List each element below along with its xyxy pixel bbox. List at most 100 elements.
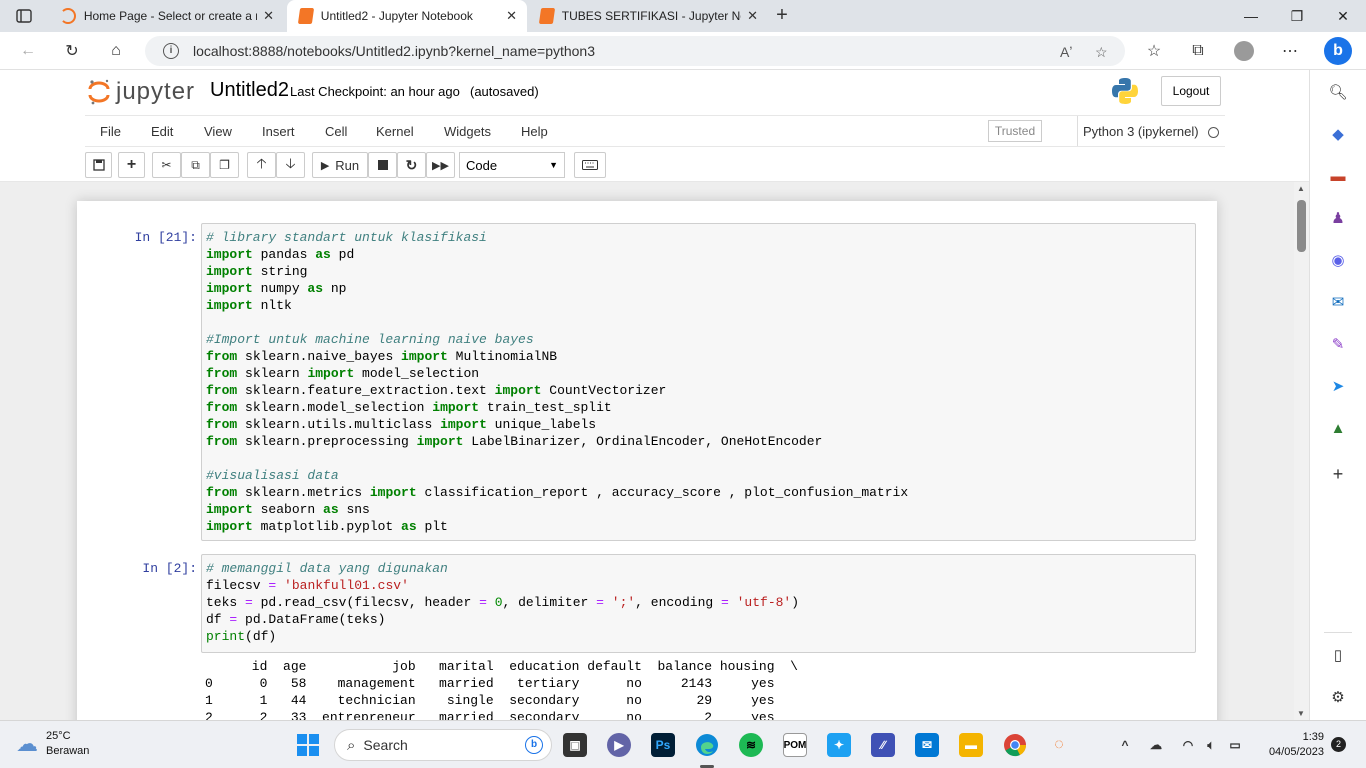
kernel-name[interactable]: Python 3 (ipykernel) [1083,124,1199,139]
menu-widgets[interactable]: Widgets [444,124,491,139]
tree-icon[interactable]: ▲ [1327,417,1349,439]
office-icon[interactable]: ◉ [1327,249,1349,271]
tab-home-page[interactable]: Home Page - Select or create a n ✕ [48,0,284,32]
move-up-icon[interactable]: 🡡 [247,152,276,178]
code-line: import string [206,264,308,279]
logout-button[interactable]: Logout [1161,76,1221,106]
shopping-tag-icon[interactable]: ◆ [1327,123,1349,145]
trusted-badge[interactable]: Trusted [988,120,1042,142]
output-line: 0 0 58 management married tertiary no 21… [205,676,798,691]
close-icon[interactable]: ✕ [747,8,758,24]
designer-icon[interactable]: ✎ [1327,333,1349,355]
code-cell[interactable]: In [21]: # library standart untuk klasif… [77,223,1217,543]
menu-insert[interactable]: Insert [262,124,295,139]
restore-icon[interactable]: ❐ [1274,0,1320,32]
close-icon[interactable]: ✕ [263,8,274,24]
run-button[interactable]: ▶ Run [312,152,368,178]
cell-type-select[interactable]: Code ▼ [459,152,565,178]
code-input[interactable]: # library standart untuk klasifikasi impo… [201,223,1196,541]
wifi-icon[interactable]: ◠ [1176,733,1200,757]
tab-tubes-sertifikasi[interactable]: TUBES SERTIFIKASI - Jupyter Not ✕ [528,0,768,32]
tab-actions-icon[interactable] [8,4,40,28]
weather-widget[interactable]: ☁ 25°C Berawan [16,729,89,759]
menu-kernel[interactable]: Kernel [376,124,414,139]
save-icon[interactable] [85,152,112,178]
spotify-icon[interactable]: ≋ [739,733,763,757]
code-line: import pandas as pd [206,247,355,262]
jupyter-header: jupyter Untitled2 Last Checkpoint: an ho… [0,70,1309,182]
notebook-name[interactable]: Untitled2 [210,79,289,102]
file-explorer-icon[interactable]: ▬ [959,733,983,757]
keyboard-icon[interactable] [574,152,606,178]
volume-icon[interactable]: 🔈︎ [1199,733,1223,757]
edge-browser-icon[interactable] [695,733,719,757]
info-icon[interactable]: i [163,43,179,59]
close-window-icon[interactable]: ✕ [1320,0,1366,32]
tab-untitled2[interactable]: Untitled2 - Jupyter Notebook ✕ [287,0,527,32]
code-input[interactable]: # memanggil data yang digunakan filecsv =… [201,554,1196,653]
url-field[interactable]: i localhost:8888/notebooks/Untitled2.ipy… [145,36,1125,66]
twitter-icon[interactable]: ✦ [827,733,851,757]
jupyter-logo[interactable]: jupyter [88,76,195,108]
windows-start-icon[interactable] [296,733,320,757]
add-icon[interactable]: + [1327,463,1349,485]
menu-view[interactable]: View [204,124,232,139]
chrome-icon[interactable] [1003,733,1027,757]
insert-cell-icon[interactable]: + [118,152,145,178]
autosave-status: (autosaved) [470,84,539,99]
page-scrollbar[interactable]: ▲ ▼ [1294,182,1309,720]
home-icon[interactable]: ⌂ [105,40,127,62]
jupyter-app-icon[interactable]: ◌ [1047,733,1071,757]
add-favorite-icon[interactable]: ☆ [1095,44,1108,61]
collections-icon[interactable]: ⧉ [1187,40,1209,62]
pomo-app-icon[interactable]: POM [783,733,807,757]
scrollbar-thumb[interactable] [1297,200,1306,252]
teams-icon[interactable]: ▶ [607,733,631,757]
games-icon[interactable]: ♟ [1327,207,1349,229]
menu-file[interactable]: File [100,124,121,139]
favorites-icon[interactable]: ☆ [1143,40,1165,62]
split-screen-icon[interactable]: ▯ [1327,644,1349,666]
photoshop-icon[interactable]: Ps [651,733,675,757]
address-bar: ← ↻ ⌂ i localhost:8888/notebooks/Untitle… [0,32,1366,70]
scroll-up-icon[interactable]: ▲ [1297,184,1305,193]
show-hidden-icons-icon[interactable]: ^ [1113,733,1137,757]
minimize-icon[interactable]: — [1228,0,1274,32]
menu-edit[interactable]: Edit [151,124,173,139]
onedrive-icon[interactable]: ☁ [1144,733,1168,757]
bing-chat-icon[interactable]: b [1324,37,1352,65]
profile-avatar[interactable] [1233,40,1255,62]
read-aloud-icon[interactable]: Aʼ [1060,44,1072,60]
mail-icon[interactable]: ✉ [915,733,939,757]
code-cell[interactable]: In [2]: # memanggil data yang digunakan f… [77,554,1217,720]
scroll-down-icon[interactable]: ▼ [1297,709,1305,718]
stop-icon[interactable] [368,152,397,178]
url-text: localhost:8888/notebooks/Untitled2.ipynb… [193,43,596,59]
clock-time: 1:39 [1302,731,1324,743]
new-tab-button[interactable]: + [770,4,794,28]
tools-icon[interactable]: ▬ [1327,165,1349,187]
battery-icon[interactable]: ▭ [1223,733,1247,757]
more-menu-icon[interactable]: ⋯ [1279,40,1301,62]
copy-icon[interactable]: ⧉ [181,152,210,178]
outlook-icon[interactable]: ✉ [1327,291,1349,313]
fast-forward-icon[interactable]: ▶▶ [426,152,455,178]
menu-cell[interactable]: Cell [325,124,347,139]
move-down-icon[interactable]: 🡣 [276,152,305,178]
restart-icon[interactable]: ↻ [397,152,426,178]
search-icon[interactable]: 🔍︎ [1327,81,1349,103]
taskbar-search[interactable]: ⌕ Search b [334,729,552,761]
back-icon[interactable]: ← [17,40,39,62]
notification-badge[interactable]: 2 [1331,737,1346,752]
cut-icon[interactable]: ✂ [152,152,181,178]
ampere-app-icon[interactable]: ∕∕ [871,733,895,757]
send-icon[interactable]: ➤ [1327,375,1349,397]
close-icon[interactable]: ✕ [506,8,517,24]
task-view-icon[interactable]: ▣ [563,733,587,757]
page-viewport: jupyter Untitled2 Last Checkpoint: an ho… [0,70,1309,720]
paste-icon[interactable]: ❐ [210,152,239,178]
settings-icon[interactable]: ⚙ [1327,686,1349,708]
refresh-icon[interactable]: ↻ [61,40,83,62]
menu-help[interactable]: Help [521,124,548,139]
system-clock[interactable]: 1:39 04/05/2023 [1256,730,1324,760]
